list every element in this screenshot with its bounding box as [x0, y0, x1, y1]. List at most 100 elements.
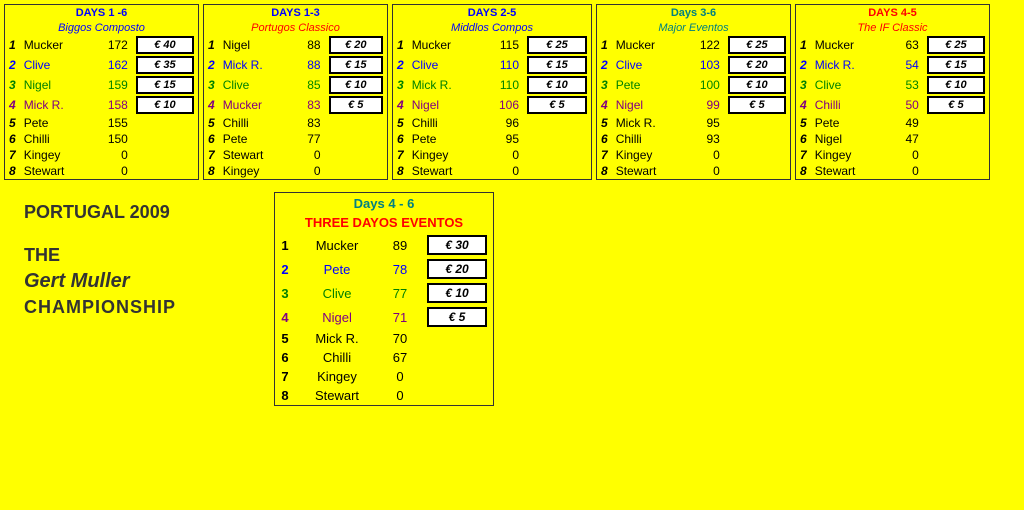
- name-cell: Stewart: [612, 163, 684, 179]
- name-cell: Stewart: [408, 163, 482, 179]
- tournament-header-days3-6: Days 3-6: [597, 5, 790, 21]
- prize-cell: [523, 163, 591, 179]
- prize-box: € 25: [927, 36, 985, 54]
- table-row: 7Stewart0: [204, 147, 387, 163]
- rank-cell: 1: [5, 35, 20, 55]
- name-cell: Nigel: [295, 305, 379, 329]
- tournament-header-days1-3: DAYS 1-3: [204, 5, 387, 21]
- rank-cell: 4: [393, 95, 408, 115]
- name-cell: Stewart: [811, 163, 883, 179]
- rank-cell: 3: [393, 75, 408, 95]
- name-cell: Mucker: [295, 233, 379, 257]
- table-row: 3Pete100€ 10: [597, 75, 790, 95]
- prize-box: € 10: [927, 76, 985, 94]
- prize-box: € 10: [427, 283, 487, 303]
- rank-cell: 1: [597, 35, 612, 55]
- name-cell: Kingey: [811, 147, 883, 163]
- name-cell: Nigel: [219, 35, 287, 55]
- prize-cell: € 5: [523, 95, 591, 115]
- score-cell: 77: [379, 281, 421, 305]
- tournament-subheader-days2-5: Middlos Compos: [393, 21, 591, 35]
- table-row: 4Nigel71€ 5: [275, 305, 493, 329]
- name-cell: Clive: [811, 75, 883, 95]
- table-row: 8Stewart0: [5, 163, 198, 179]
- score-cell: 95: [684, 115, 724, 131]
- score-cell: 50: [883, 95, 923, 115]
- name-cell: Stewart: [20, 163, 92, 179]
- name-cell: Clive: [219, 75, 287, 95]
- rank-cell: 3: [204, 75, 219, 95]
- tournament-subheader-days1-3: Portugos Classico: [204, 21, 387, 35]
- rank-cell: 2: [5, 55, 20, 75]
- score-cell: 158: [92, 95, 132, 115]
- rank-cell: 5: [597, 115, 612, 131]
- score-cell: 71: [379, 305, 421, 329]
- rank-cell: 1: [796, 35, 811, 55]
- prize-box: € 5: [527, 96, 587, 114]
- table-row: 8Stewart0: [275, 386, 493, 405]
- table-row: 5Pete49: [796, 115, 989, 131]
- days46-subheader: THREE DAYOS EVENTOS: [275, 214, 493, 233]
- table-row: 6Chilli150: [5, 131, 198, 147]
- score-cell: 100: [684, 75, 724, 95]
- prize-cell: € 10: [523, 75, 591, 95]
- prize-cell: [523, 115, 591, 131]
- table-row: 1Mucker115€ 25: [393, 35, 591, 55]
- score-cell: 162: [92, 55, 132, 75]
- rank-cell: 6: [204, 131, 219, 147]
- rank-cell: 7: [393, 147, 408, 163]
- prize-cell: [325, 147, 387, 163]
- prize-cell: € 5: [325, 95, 387, 115]
- name-cell: Kingey: [219, 163, 287, 179]
- table-row: 7Kingey0: [393, 147, 591, 163]
- prize-cell: € 10: [325, 75, 387, 95]
- prize-cell: [421, 386, 493, 405]
- score-cell: 0: [92, 163, 132, 179]
- prize-cell: [923, 115, 989, 131]
- championship-text: CHAMPIONSHIP: [24, 297, 244, 318]
- name-cell: Chilli: [219, 115, 287, 131]
- days46-header: Days 4 - 6: [275, 193, 493, 214]
- prize-box: € 20: [728, 56, 786, 74]
- days46-block: Days 4 - 6THREE DAYOS EVENTOS1Mucker89€ …: [274, 192, 494, 406]
- table-row: 1Mucker172€ 40: [5, 35, 198, 55]
- rank-cell: 7: [204, 147, 219, 163]
- score-cell: 93: [684, 131, 724, 147]
- name-cell: Pete: [20, 115, 92, 131]
- tournament-header-days2-5: DAYS 2-5: [393, 5, 591, 21]
- table-row: 5Pete155: [5, 115, 198, 131]
- name-cell: Stewart: [295, 386, 379, 405]
- prize-box: € 20: [427, 259, 487, 279]
- score-cell: 0: [684, 163, 724, 179]
- score-cell: 54: [883, 55, 923, 75]
- bottom-section: PORTUGAL 2009 THE Gert Muller CHAMPIONSH…: [0, 184, 1024, 414]
- prize-cell: [421, 367, 493, 386]
- prize-cell: € 10: [724, 75, 790, 95]
- table-row: 1Mucker89€ 30: [275, 233, 493, 257]
- prize-cell: [724, 115, 790, 131]
- prize-cell: € 20: [421, 257, 493, 281]
- name-cell: Kingey: [295, 367, 379, 386]
- table-row: 5Chilli96: [393, 115, 591, 131]
- score-cell: 122: [684, 35, 724, 55]
- table-row: 1Mucker122€ 25: [597, 35, 790, 55]
- score-cell: 83: [287, 115, 325, 131]
- score-cell: 89: [379, 233, 421, 257]
- tournament-table-days1-3: 1Nigel88€ 202Mick R.88€ 153Clive85€ 104M…: [204, 35, 387, 179]
- rank-cell: 8: [5, 163, 20, 179]
- table-row: 4Nigel106€ 5: [393, 95, 591, 115]
- table-row: 4Nigel99€ 5: [597, 95, 790, 115]
- tournament-subheader-days3-6: Major Eventos: [597, 21, 790, 35]
- name-cell: Clive: [295, 281, 379, 305]
- table-row: 8Stewart0: [796, 163, 989, 179]
- name-cell: Chilli: [612, 131, 684, 147]
- score-cell: 172: [92, 35, 132, 55]
- table-row: 7Kingey0: [5, 147, 198, 163]
- rank-cell: 7: [796, 147, 811, 163]
- prize-cell: [923, 131, 989, 147]
- tournament-header-days4-5: DAYS 4-5: [796, 5, 989, 21]
- name-cell: Mucker: [219, 95, 287, 115]
- prize-cell: € 15: [325, 55, 387, 75]
- rank-cell: 4: [204, 95, 219, 115]
- tournament-table-days4-5: 1Mucker63€ 252Mick R.54€ 153Clive53€ 104…: [796, 35, 989, 179]
